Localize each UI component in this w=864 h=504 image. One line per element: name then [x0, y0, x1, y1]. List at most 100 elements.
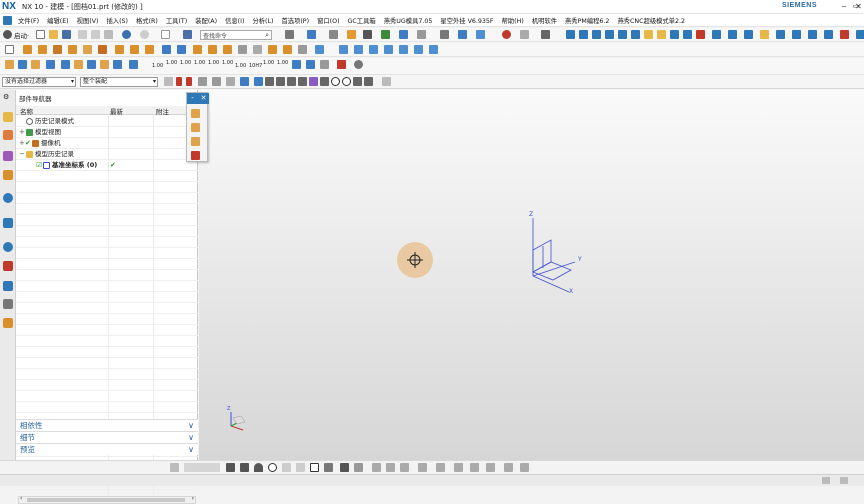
- edge-display-icon[interactable]: [329, 30, 338, 39]
- snap-point-icon[interactable]: [353, 77, 362, 86]
- snap-clear-icon[interactable]: [382, 77, 391, 86]
- checkbox-icon[interactable]: ☑: [36, 160, 42, 171]
- extrude-icon[interactable]: [23, 45, 32, 54]
- geometric-constraints-icon[interactable]: [436, 463, 445, 472]
- dim-label-5[interactable]: 1.00: [208, 60, 219, 66]
- popup-part-icon-1[interactable]: [191, 109, 200, 118]
- snap-icon-8[interactable]: [254, 77, 263, 86]
- plugin-icon-13[interactable]: [728, 30, 737, 39]
- sketch-point-icon[interactable]: [340, 463, 349, 472]
- plugin-icon-20[interactable]: [840, 30, 849, 39]
- pocket-icon[interactable]: [83, 45, 92, 54]
- datum-axis-icon[interactable]: [177, 45, 186, 54]
- popup-part-icon-4[interactable]: [191, 151, 200, 160]
- menu-yanxiu-pm[interactable]: 燕秀PM编程6.2: [561, 16, 613, 25]
- menu-window[interactable]: 窗口(O): [313, 16, 343, 25]
- shell-icon[interactable]: [223, 45, 232, 54]
- dim-label-1[interactable]: 1.00: [152, 63, 163, 69]
- tree-row-datum-csys[interactable]: ☑ 基准坐标系 (0) ✔: [16, 160, 198, 171]
- work-layer-icon[interactable]: [381, 30, 390, 39]
- plugin-icon-3[interactable]: [592, 30, 601, 39]
- snap-intersect-icon[interactable]: [364, 77, 373, 86]
- roles-tab-icon[interactable]: [3, 281, 13, 291]
- polyline-icon[interactable]: [324, 463, 333, 472]
- snap-tangent-icon[interactable]: [309, 77, 318, 86]
- dim-label-2[interactable]: 1.00: [166, 60, 177, 66]
- datum-plane-icon[interactable]: [162, 45, 171, 54]
- plugin-icon-10[interactable]: [683, 30, 692, 39]
- offset-face-icon[interactable]: [298, 45, 307, 54]
- pattern-curve-icon[interactable]: [486, 463, 495, 472]
- plugin-icon-18[interactable]: [808, 30, 817, 39]
- start-icon[interactable]: [3, 30, 12, 39]
- part-icon-3[interactable]: [31, 60, 40, 69]
- boss-icon[interactable]: [68, 45, 77, 54]
- open-folder-icon[interactable]: [49, 30, 58, 39]
- plugin-icon-15[interactable]: [760, 30, 769, 39]
- popup-part-icon-2[interactable]: [191, 123, 200, 132]
- menu-yanxiu-cnc[interactable]: 燕秀CNC超级模式单2.2: [613, 16, 689, 25]
- edge-blend-icon[interactable]: [193, 45, 202, 54]
- cut-icon[interactable]: [78, 30, 87, 39]
- menu-edit[interactable]: 编辑(E): [43, 16, 73, 25]
- column-latest[interactable]: 最新: [110, 106, 123, 116]
- minimize-button[interactable]: ‒: [838, 1, 850, 12]
- constraint-navigator-tab-icon[interactable]: [3, 151, 13, 161]
- graphics-window[interactable]: Z Y X Z: [199, 90, 864, 460]
- plugin-icon-14[interactable]: [744, 30, 753, 39]
- column-note[interactable]: 附注: [156, 106, 169, 116]
- replace-icon[interactable]: [429, 45, 438, 54]
- plugin-icon-16[interactable]: [776, 30, 785, 39]
- scroll-left-icon[interactable]: ‹: [20, 495, 22, 502]
- snap-icon-4[interactable]: [198, 77, 207, 86]
- sketch-icon[interactable]: [5, 45, 14, 54]
- snap-icon-2[interactable]: [176, 77, 182, 86]
- part-icon-2[interactable]: [18, 60, 27, 69]
- plugin-icon-9[interactable]: [670, 30, 679, 39]
- new-file-icon[interactable]: [36, 30, 45, 39]
- tree-row-model-history[interactable]: − 模型历史记录: [16, 149, 198, 160]
- snap-midpoint-icon[interactable]: [276, 77, 285, 86]
- part-icon-7[interactable]: [87, 60, 96, 69]
- measure-icon[interactable]: [541, 30, 550, 39]
- part-icon-8[interactable]: [100, 60, 109, 69]
- misc-icon-4[interactable]: [337, 60, 346, 69]
- make-corner-icon[interactable]: [400, 463, 409, 472]
- part-icon-9[interactable]: [113, 60, 122, 69]
- sketch-name-field[interactable]: [184, 463, 220, 472]
- undo-icon[interactable]: [122, 30, 131, 39]
- dim-label-9[interactable]: 1.00: [263, 60, 274, 66]
- section-dependencies[interactable]: 相依性 ∨: [16, 419, 198, 431]
- mirror-icon[interactable]: [283, 45, 292, 54]
- status-icon-2[interactable]: [840, 477, 848, 484]
- render-style-icon[interactable]: [307, 30, 316, 39]
- hd3d-tools-tab-icon[interactable]: [3, 193, 13, 203]
- scroll-right-icon[interactable]: ›: [192, 495, 194, 502]
- snap-icon[interactable]: [502, 30, 511, 39]
- trim-body-icon[interactable]: [253, 45, 262, 54]
- quick-trim-icon[interactable]: [372, 463, 381, 472]
- column-name[interactable]: 名称: [20, 106, 33, 116]
- plugin-icon-11[interactable]: [696, 30, 705, 39]
- part-icon-6[interactable]: [74, 60, 83, 69]
- menu-view[interactable]: 视图(V): [73, 16, 103, 25]
- snap-angle-icon[interactable]: [320, 77, 329, 86]
- layer-icon[interactable]: [363, 30, 372, 39]
- line-icon[interactable]: [240, 463, 249, 472]
- subtract-icon[interactable]: [130, 45, 139, 54]
- menu-tools[interactable]: 工具(T): [162, 16, 191, 25]
- snap-control-icon[interactable]: [298, 77, 307, 86]
- part-icon-10[interactable]: [129, 60, 138, 69]
- plugin-icon-19[interactable]: [824, 30, 833, 39]
- quick-extend-icon[interactable]: [386, 463, 395, 472]
- redo-icon[interactable]: [140, 30, 149, 39]
- snap-line-icon[interactable]: [287, 77, 296, 86]
- menu-jiming-software[interactable]: 机明软件: [528, 16, 561, 25]
- assembly-scope-dropdown[interactable]: 整个装配 ▾: [80, 77, 158, 87]
- relations-browser-icon[interactable]: [520, 463, 529, 472]
- show-constraints-icon[interactable]: [454, 463, 463, 472]
- section-preview[interactable]: 预览 ∨: [16, 443, 198, 455]
- plugin-icon-5[interactable]: [618, 30, 627, 39]
- save-icon[interactable]: [62, 30, 71, 39]
- revolve-icon[interactable]: [38, 45, 47, 54]
